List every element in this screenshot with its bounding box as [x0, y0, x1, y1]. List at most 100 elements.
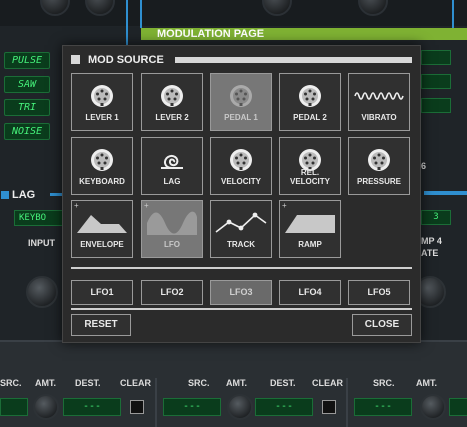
- lag-knob[interactable]: [26, 276, 58, 308]
- right-label: ATE: [421, 248, 439, 258]
- source-lever-1[interactable]: LEVER 1: [71, 73, 133, 131]
- right-header-bar: [424, 191, 467, 195]
- clear-button[interactable]: [322, 400, 336, 414]
- source-track[interactable]: TRACK: [210, 200, 272, 258]
- din-connector-icon: [211, 82, 271, 110]
- dialog-header: MOD SOURCE: [71, 54, 412, 66]
- src-field[interactable]: ---: [354, 398, 412, 416]
- ramp-shape-icon: [280, 209, 340, 237]
- clear-label: CLEAR: [120, 378, 151, 388]
- track-graph-icon: [211, 209, 271, 237]
- clear-label: CLEAR: [312, 378, 343, 388]
- source-label: REL. VELOCITY: [289, 168, 330, 186]
- waveform-noise-button[interactable]: NOISE: [4, 123, 50, 140]
- source-label: LEVER 2: [155, 113, 189, 122]
- source-label: KEYBOARD: [79, 177, 125, 186]
- waveform-pulse-button[interactable]: PULSE: [4, 52, 50, 69]
- lfo2-button[interactable]: LFO2: [141, 280, 203, 305]
- right-label: 6: [421, 161, 427, 171]
- source-pedal-1[interactable]: PEDAL 1: [210, 73, 272, 131]
- dest-field[interactable]: ---: [63, 398, 121, 416]
- lag-marker: [1, 191, 9, 199]
- src-field[interactable]: [0, 398, 28, 416]
- lfo5-button[interactable]: LFO5: [348, 280, 410, 305]
- right-value-field[interactable]: 3: [421, 210, 451, 225]
- dest-label: DEST.: [270, 378, 296, 388]
- lfo1-button[interactable]: LFO1: [71, 280, 133, 305]
- amt-knob[interactable]: [227, 394, 253, 420]
- source-vibrato[interactable]: VIBRATO: [348, 73, 410, 131]
- dialog-divider: [71, 267, 412, 269]
- lag-title: LAG: [12, 189, 36, 201]
- din-connector-icon: [72, 82, 132, 110]
- source-rel-velocity[interactable]: REL. VELOCITY: [279, 137, 341, 195]
- waveform-saw-button[interactable]: SAW: [4, 76, 50, 93]
- section-divider: [155, 378, 157, 427]
- dialog-divider: [71, 308, 412, 310]
- source-ramp[interactable]: + RAMP: [279, 200, 341, 258]
- divider-line: [452, 0, 454, 28]
- lag-input-label: INPUT: [28, 238, 55, 248]
- din-connector-icon: [72, 146, 132, 174]
- divider-line: [126, 0, 128, 45]
- header-marker: [71, 55, 80, 64]
- modulation-page-title: MODULATION PAGE: [157, 28, 265, 40]
- source-label: ENVELOPE: [80, 240, 124, 249]
- lag-source-field[interactable]: KEYBO: [14, 210, 68, 226]
- reset-button[interactable]: RESET: [71, 314, 131, 336]
- right-label: MP 4: [421, 236, 442, 246]
- vibrato-wave-icon: [349, 82, 409, 110]
- source-label: TRACK: [227, 240, 255, 249]
- close-button[interactable]: CLOSE: [352, 314, 412, 336]
- source-pedal-2[interactable]: PEDAL 2: [279, 73, 341, 131]
- right-lcd: [421, 50, 451, 65]
- amt-knob[interactable]: [420, 394, 446, 420]
- source-lever-2[interactable]: LEVER 2: [141, 73, 203, 131]
- din-connector-icon: [211, 146, 271, 174]
- sine-wave-icon: [142, 209, 202, 237]
- source-label: PRESSURE: [356, 177, 401, 186]
- amt-knob[interactable]: [33, 394, 59, 420]
- top-bar: [0, 0, 467, 26]
- source-keyboard[interactable]: KEYBOARD: [71, 137, 133, 195]
- waveform-tri-button[interactable]: TRI: [4, 99, 50, 116]
- dialog-title: MOD SOURCE: [88, 54, 164, 66]
- source-label: VELOCITY: [220, 177, 261, 186]
- source-velocity[interactable]: VELOCITY: [210, 137, 272, 195]
- dest-field[interactable]: [449, 398, 467, 416]
- mod-source-dialog: MOD SOURCE LEVER 1 LEVER 2 PEDAL 1 PEDAL…: [62, 45, 421, 343]
- src-label: SRC.: [188, 378, 210, 388]
- source-pressure[interactable]: PRESSURE: [348, 137, 410, 195]
- right-lcd: [421, 74, 451, 89]
- dest-field[interactable]: ---: [255, 398, 313, 416]
- amt-label: AMT.: [416, 378, 437, 388]
- source-envelope[interactable]: + ENVELOPE: [71, 200, 133, 258]
- source-label: RAMP: [298, 240, 322, 249]
- source-label: PEDAL 1: [224, 113, 258, 122]
- modulation-page-header: MODULATION PAGE: [141, 28, 467, 40]
- src-field[interactable]: ---: [163, 398, 221, 416]
- source-label: LEVER 1: [85, 113, 119, 122]
- lfo4-button[interactable]: LFO4: [279, 280, 341, 305]
- amt-label: AMT.: [35, 378, 56, 388]
- right-lcd: [421, 98, 451, 113]
- din-connector-icon: [280, 82, 340, 110]
- src-label: SRC.: [373, 378, 395, 388]
- source-label: LFO: [164, 240, 180, 249]
- section-divider: [346, 378, 348, 427]
- header-bar: [175, 57, 412, 63]
- source-label: PEDAL 2: [293, 113, 327, 122]
- clear-button[interactable]: [130, 400, 144, 414]
- din-connector-icon: [349, 146, 409, 174]
- source-lag[interactable]: LAG: [141, 137, 203, 195]
- amt-label: AMT.: [226, 378, 247, 388]
- source-label: LAG: [163, 177, 181, 186]
- lfo3-button[interactable]: LFO3: [210, 280, 272, 305]
- envelope-shape-icon: [72, 209, 132, 237]
- source-label: VIBRATO: [361, 113, 397, 122]
- dest-label: DEST.: [75, 378, 101, 388]
- din-connector-icon: [142, 82, 202, 110]
- src-label: SRC.: [0, 378, 22, 388]
- source-lfo[interactable]: + LFO: [141, 200, 203, 258]
- divider-line: [140, 0, 142, 28]
